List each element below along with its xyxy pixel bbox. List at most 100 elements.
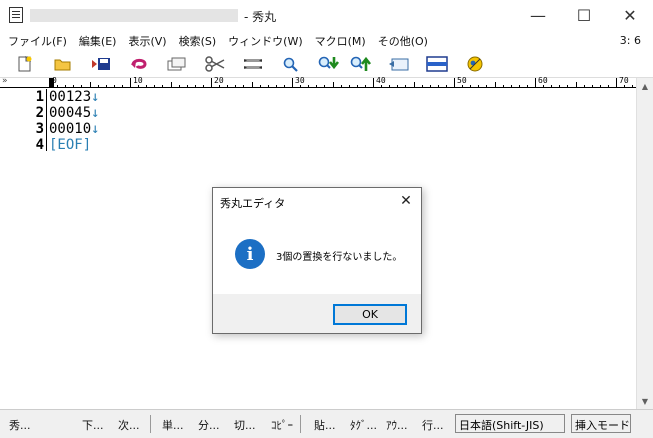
replace-icon[interactable] [386, 53, 412, 75]
maximize-button[interactable]: ☐ [561, 0, 607, 30]
ruler-scale: 0 10 20 30 40 50 60 70 [49, 76, 636, 88]
minimize-button[interactable]: — [515, 0, 561, 30]
split-window-icon[interactable] [424, 53, 450, 75]
ruler-tick [194, 85, 196, 88]
status-tag[interactable]: ﾀｸﾞ... [350, 417, 377, 433]
scroll-up-arrow-icon[interactable]: ▲ [637, 78, 653, 94]
ruler-tick [437, 85, 439, 88]
ruler-tick [575, 82, 577, 88]
cut-icon[interactable] [202, 53, 228, 75]
ruler-tick [478, 85, 480, 88]
ruler-tick [510, 85, 512, 88]
ruler-tick [259, 85, 261, 88]
copy-icon[interactable] [164, 53, 190, 75]
search-down-icon[interactable] [316, 53, 342, 75]
ruler-tick [89, 82, 91, 88]
status-paste[interactable]: 貼... [314, 417, 336, 433]
app-icon[interactable] [9, 7, 23, 23]
search-icon[interactable] [278, 53, 304, 75]
ruler-tick [130, 78, 131, 88]
ruler: » 0 10 20 30 40 50 60 70 [0, 76, 636, 88]
status-separator [150, 415, 151, 433]
text-line: 4 [EOF] [0, 137, 636, 153]
status-cut[interactable]: 切... [234, 417, 256, 433]
ruler-label: 10 [133, 76, 143, 85]
ruler-tick [65, 85, 67, 88]
ruler-tick [413, 82, 415, 88]
search-up-icon[interactable] [348, 53, 374, 75]
line-number: 1 [35, 89, 44, 105]
paste-icon[interactable] [240, 53, 266, 75]
menu-other[interactable]: その他(O) [378, 33, 428, 49]
status-copy[interactable]: ｺﾋﾟｰ [271, 417, 293, 433]
ruler-tick [162, 85, 164, 88]
line-text: 00045 [49, 105, 92, 121]
vertical-scrollbar[interactable]: ▲ ▼ [636, 78, 653, 409]
ruler-tick [275, 85, 277, 88]
ruler-tick [381, 85, 383, 88]
help-icon[interactable] [462, 53, 488, 75]
scroll-down-arrow-icon[interactable]: ▼ [637, 393, 653, 409]
status-hidemaru[interactable]: 秀... [9, 417, 31, 433]
ruler-tick [454, 78, 455, 88]
ruler-tick [227, 85, 229, 88]
file-name-redacted [30, 9, 238, 22]
ruler-tick [624, 85, 626, 88]
ruler-tick [526, 85, 528, 88]
status-outline[interactable]: ｱｳ... [386, 417, 408, 433]
status-down[interactable]: 下... [82, 417, 104, 433]
save-icon[interactable] [88, 53, 114, 75]
ruler-tick [494, 82, 496, 88]
ruler-tick [235, 85, 237, 88]
ruler-tick [583, 85, 585, 88]
open-folder-icon[interactable] [50, 53, 76, 75]
status-next[interactable]: 次... [118, 417, 140, 433]
dialog-close-icon[interactable]: ✕ [391, 188, 421, 214]
ruler-tick [332, 82, 334, 88]
status-encoding[interactable]: 日本語(Shift-JIS) [455, 414, 565, 433]
line-number: 4 [35, 137, 44, 153]
status-word[interactable]: 単... [162, 417, 184, 433]
dialog-body: i 3個の置換を行ないました。 [213, 214, 421, 294]
new-file-icon[interactable] [12, 53, 38, 75]
info-icon: i [235, 239, 265, 269]
ruler-label: 20 [214, 76, 224, 85]
menu-file[interactable]: ファイル(F) [8, 33, 67, 49]
ruler-tick [389, 85, 391, 88]
ruler-tick [518, 85, 520, 88]
ruler-tick [462, 85, 464, 88]
ruler-label: 0 [52, 76, 57, 85]
ruler-tick [599, 85, 601, 88]
line-number: 2 [35, 105, 44, 121]
ruler-tick [405, 85, 407, 88]
undo-icon[interactable] [126, 53, 152, 75]
ruler-tick [421, 85, 423, 88]
close-button[interactable]: ✕ [607, 0, 653, 30]
menu-view[interactable]: 表示(V) [128, 33, 166, 49]
ruler-tick [470, 85, 472, 88]
ruler-scroll-arrow[interactable]: » [2, 76, 8, 86]
menu-edit[interactable]: 編集(E) [79, 33, 117, 49]
ruler-tick [616, 78, 617, 88]
ruler-tick [146, 85, 148, 88]
text-line: 3 00010↓ [0, 121, 636, 137]
status-split[interactable]: 分... [198, 417, 220, 433]
title-bar: - 秀丸 — ☐ ✕ [0, 0, 653, 30]
menu-macro[interactable]: マクロ(M) [315, 33, 366, 49]
dialog-title: 秀丸エディタ [220, 197, 286, 210]
text-line: 2 00045↓ [0, 105, 636, 121]
line-number: 3 [35, 121, 44, 137]
ruler-tick [283, 85, 285, 88]
menu-window[interactable]: ウィンドウ(W) [228, 33, 302, 49]
replace-result-dialog: 秀丸エディタ ✕ i 3個の置換を行ないました。 OK [212, 187, 422, 334]
menu-search[interactable]: 検索(S) [179, 33, 217, 49]
newline-mark: ↓ [91, 121, 100, 137]
ruler-tick [251, 82, 253, 88]
status-input-mode[interactable]: 挿入モード [571, 414, 631, 433]
ruler-tick [502, 85, 504, 88]
ok-button[interactable]: OK [333, 304, 407, 325]
status-separator [300, 415, 301, 433]
ruler-tick [364, 85, 366, 88]
ruler-tick [348, 85, 350, 88]
status-line[interactable]: 行... [422, 417, 444, 433]
